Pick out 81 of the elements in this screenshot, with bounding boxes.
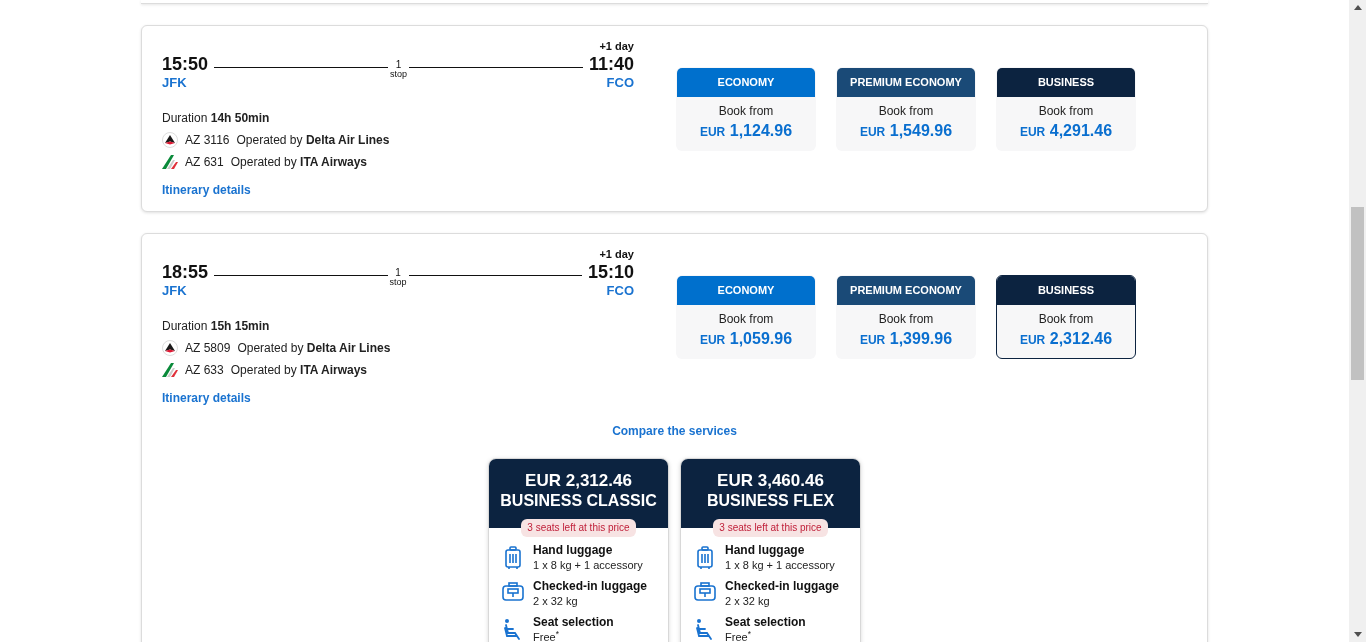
fare-price: EUR 2,312.46: [1019, 329, 1113, 349]
scroll-up-icon[interactable]: [1353, 5, 1362, 10]
fare-price: EUR 1,399.96: [859, 329, 953, 349]
fare-price: EUR 1,059.96: [699, 329, 793, 349]
arrival-time: 15:10: [587, 261, 634, 283]
service-detail: Free$^{*}$: [533, 630, 560, 642]
service-title: Seat selection: [533, 615, 614, 630]
departure-airport: JFK: [162, 283, 188, 299]
seats-left-badge: 3 seats left at this price: [521, 519, 636, 537]
stops-label: stop: [390, 70, 407, 79]
cabin-label: ECONOMY: [717, 283, 775, 299]
duration-text: Duration 15h 15min: [162, 319, 270, 333]
fare-price: EUR 1,124.96: [699, 121, 793, 141]
fare-option[interactable]: ECONOMY Book from EUR 1,059.96: [676, 275, 816, 359]
operator-text: Operated by ITA Airways: [230, 154, 367, 170]
service-title: Seat selection: [725, 615, 806, 630]
service-detail: Free$^{*}$: [725, 630, 752, 642]
fare-option[interactable]: PREMIUM ECONOMY Book from EUR 1,549.96: [836, 67, 976, 151]
compare-services-link[interactable]: Compare the services: [612, 422, 737, 440]
itinerary-details-link[interactable]: Itinerary details: [162, 391, 251, 405]
cabin-label: PREMIUM ECONOMY: [850, 75, 962, 91]
stops-label: stop: [389, 278, 407, 287]
cabin-label: ECONOMY: [717, 75, 775, 91]
service-title: Checked-in luggage: [725, 579, 840, 594]
plan-name: BUSINESS CLASSIC: [500, 491, 657, 511]
service-detail: 1 x 8 kg + 1 accessory: [725, 558, 835, 572]
operator-text: Operated by ITA Airways: [230, 362, 367, 378]
flight-number: AZ 631: [185, 154, 224, 170]
fare-option[interactable]: ECONOMY Book from EUR 1,124.96: [676, 67, 816, 151]
suitcase-icon: [504, 546, 522, 570]
day-offset: +1 day: [599, 39, 634, 53]
book-from-label: Book from: [718, 103, 774, 120]
duration-text: Duration 14h 50min: [162, 111, 270, 125]
flight-number: AZ 633: [185, 362, 224, 378]
suitcase-icon: [696, 546, 714, 570]
flight-number: AZ 3116: [185, 132, 230, 148]
plan-name: BUSINESS FLEX: [706, 491, 835, 511]
service-title: Hand luggage: [725, 543, 806, 558]
plan-price: EUR 2,312.46: [525, 470, 632, 491]
departure-time: 18:55: [162, 261, 209, 283]
operator-text: Operated by Delta Air Lines: [236, 132, 390, 148]
scrollbar-thumb[interactable]: [1351, 207, 1364, 380]
book-from-label: Book from: [1038, 311, 1094, 328]
service-detail: 2 x 32 kg: [533, 594, 579, 608]
book-from-label: Book from: [1038, 103, 1094, 120]
cabin-label: BUSINESS: [1037, 75, 1095, 91]
service-title: Hand luggage: [533, 543, 614, 558]
stripes-logo-icon: [162, 363, 178, 377]
fare-option[interactable]: PREMIUM ECONOMY Book from EUR 1,399.96: [836, 275, 976, 359]
triangle-logo-icon: [162, 340, 178, 356]
cabin-label: BUSINESS: [1037, 283, 1095, 299]
operator-text: Operated by Delta Air Lines: [237, 340, 391, 356]
book-from-label: Book from: [718, 311, 774, 328]
arrival-airport: FCO: [606, 283, 634, 299]
day-offset: +1 day: [599, 247, 634, 261]
departure-airport: JFK: [162, 75, 188, 91]
plan-price: EUR 3,460.46: [717, 470, 824, 491]
stripes-logo-icon: [162, 155, 178, 169]
stops-count: 1: [395, 59, 402, 70]
cabin-label: PREMIUM ECONOMY: [850, 283, 962, 299]
scrollbar[interactable]: [1349, 0, 1366, 642]
luggage-icon: [694, 582, 716, 602]
book-from-label: Book from: [878, 103, 934, 120]
arrival-airport: FCO: [606, 75, 634, 91]
scroll-down-icon[interactable]: [1353, 632, 1362, 637]
book-from-label: Book from: [878, 311, 934, 328]
itinerary-details-link[interactable]: Itinerary details: [162, 183, 251, 197]
fare-option[interactable]: BUSINESS Book from EUR 4,291.46: [996, 67, 1136, 151]
triangle-logo-icon: [162, 132, 178, 148]
arrival-time: 11:40: [588, 53, 634, 75]
departure-time: 15:50: [162, 53, 209, 75]
service-title: Checked-in luggage: [533, 579, 648, 594]
service-detail: 2 x 32 kg: [725, 594, 771, 608]
fare-price: EUR 4,291.46: [1019, 121, 1113, 141]
luggage-icon: [502, 582, 524, 602]
flight-number: AZ 5809: [185, 340, 231, 356]
fare-price: EUR 1,549.96: [859, 121, 953, 141]
seats-left-badge: 3 seats left at this price: [713, 519, 828, 537]
service-detail: 1 x 8 kg + 1 accessory: [533, 558, 643, 572]
stops-count: 1: [395, 267, 401, 278]
fare-option[interactable]: BUSINESS Book from EUR 2,312.46: [996, 275, 1136, 359]
